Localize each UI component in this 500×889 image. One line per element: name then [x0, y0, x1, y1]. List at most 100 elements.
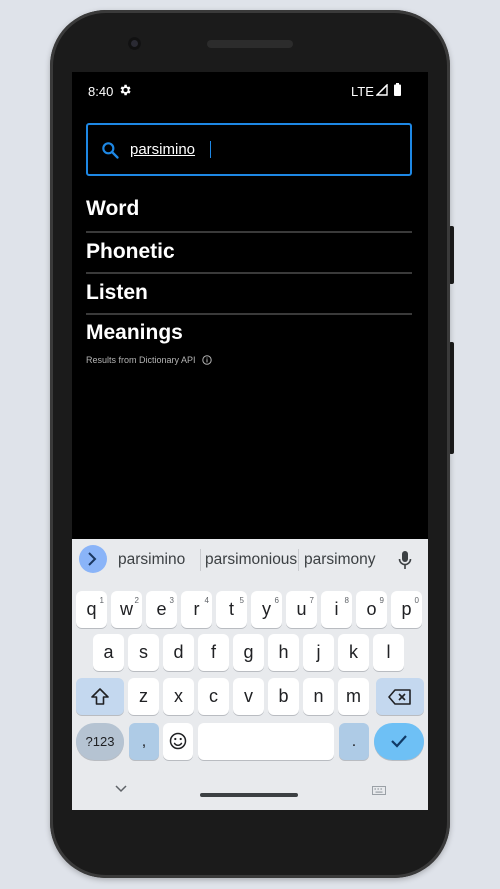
suggestion-3[interactable]: parsimony [304, 551, 376, 569]
enter-key[interactable] [374, 723, 424, 760]
key-m[interactable]: m [338, 678, 369, 715]
key-label: t [228, 599, 234, 619]
key-number-hint: 6 [274, 596, 279, 605]
key-r[interactable]: r4 [181, 591, 212, 628]
meanings-section: Meanings [86, 321, 412, 345]
section-divider [86, 313, 412, 315]
key-b[interactable]: b [268, 678, 299, 715]
key-label: y [262, 599, 271, 619]
key-label: p [401, 599, 412, 619]
key-l[interactable]: l [373, 634, 404, 671]
gear-icon [120, 84, 131, 96]
meanings-heading: Meanings [86, 321, 183, 344]
key-number-hint: 4 [204, 596, 209, 605]
word-heading: Word [86, 197, 140, 220]
chevron-right-icon [88, 552, 97, 566]
key-number-hint: 0 [414, 596, 419, 605]
listen-heading[interactable]: Listen [86, 281, 412, 305]
navigation-bar [72, 771, 428, 810]
text-caret [210, 141, 211, 158]
key-number-hint: 8 [344, 596, 349, 605]
key-n[interactable]: n [303, 678, 334, 715]
key-label: e [156, 599, 167, 619]
key-h[interactable]: h [268, 634, 299, 671]
section-divider [86, 272, 412, 274]
key-w[interactable]: w2 [111, 591, 142, 628]
suggestion-divider [298, 549, 299, 571]
key-number-hint: 1 [99, 596, 104, 605]
key-c[interactable]: c [198, 678, 229, 715]
search-icon [102, 142, 119, 159]
listen-section[interactable]: Listen [86, 281, 412, 315]
attribution-text: Results from Dictionary API [86, 355, 212, 365]
symbols-key[interactable]: ?123 [76, 723, 124, 760]
period-key[interactable]: . [339, 723, 369, 760]
key-number-hint: 7 [309, 596, 314, 605]
key-t[interactable]: t5 [216, 591, 247, 628]
home-gesture-bar[interactable] [200, 793, 298, 797]
key-g[interactable]: g [233, 634, 264, 671]
earpiece-speaker [207, 40, 293, 48]
phone-screen: 8:40 LTE parsimino Word Phonetic Listen … [72, 72, 428, 810]
section-divider [86, 231, 412, 233]
key-v[interactable]: v [233, 678, 264, 715]
key-label: w [120, 599, 133, 619]
key-e[interactable]: e3 [146, 591, 177, 628]
chevron-down-icon[interactable] [115, 785, 127, 793]
key-label: q [86, 599, 97, 619]
status-time: 8:40 [88, 84, 114, 99]
key-f[interactable]: f [198, 634, 229, 671]
suggestion-2[interactable]: parsimonious [205, 551, 297, 569]
emoji-icon [169, 732, 187, 750]
info-icon[interactable] [202, 355, 212, 365]
key-label: o [366, 599, 377, 619]
key-a[interactable]: a [93, 634, 124, 671]
emoji-key[interactable] [163, 723, 193, 760]
key-number-hint: 2 [134, 596, 139, 605]
key-i[interactable]: i8 [321, 591, 352, 628]
phonetic-heading: Phonetic [86, 240, 175, 263]
key-d[interactable]: d [163, 634, 194, 671]
expand-suggestions-button[interactable] [79, 545, 107, 573]
comma-key[interactable]: , [129, 723, 159, 760]
search-input-value[interactable]: parsimino [130, 141, 195, 158]
screenshot-stage: 8:40 LTE parsimino Word Phonetic Listen … [0, 0, 500, 889]
suggestion-strip: parsimino parsimonious parsimony [72, 539, 428, 581]
key-s[interactable]: s [128, 634, 159, 671]
backspace-icon [388, 689, 411, 705]
battery-icon [394, 83, 401, 96]
status-bar: 8:40 LTE [72, 72, 428, 108]
key-label: i [334, 599, 339, 619]
microphone-icon[interactable] [398, 550, 412, 570]
suggestion-1[interactable]: parsimino [118, 551, 185, 569]
network-type: LTE [351, 84, 374, 99]
key-number-hint: 5 [239, 596, 244, 605]
key-p[interactable]: p0 [391, 591, 422, 628]
checkmark-icon [391, 735, 407, 748]
shift-icon [91, 688, 109, 705]
suggestion-divider [200, 549, 201, 571]
word-search-input[interactable]: parsimino [86, 123, 412, 176]
key-number-hint: 9 [379, 596, 384, 605]
keyboard-switch-icon[interactable] [372, 786, 386, 795]
backspace-key[interactable] [376, 678, 424, 715]
key-j[interactable]: j [303, 634, 334, 671]
soft-keyboard: parsimino parsimonious parsimony q1w2e3r… [72, 539, 428, 810]
space-bar[interactable] [198, 723, 334, 760]
key-u[interactable]: u7 [286, 591, 317, 628]
phonetic-section: Phonetic [86, 240, 412, 274]
shift-key[interactable] [76, 678, 124, 715]
key-x[interactable]: x [163, 678, 194, 715]
front-camera [128, 37, 141, 50]
key-z[interactable]: z [128, 678, 159, 715]
key-label: u [296, 599, 307, 619]
key-number-hint: 3 [169, 596, 174, 605]
key-q[interactable]: q1 [76, 591, 107, 628]
word-section: Word [86, 197, 412, 233]
key-k[interactable]: k [338, 634, 369, 671]
key-y[interactable]: y6 [251, 591, 282, 628]
key-label: r [193, 599, 200, 619]
attribution-label: Results from Dictionary API [86, 355, 196, 365]
key-o[interactable]: o9 [356, 591, 387, 628]
signal-icon [376, 84, 388, 96]
